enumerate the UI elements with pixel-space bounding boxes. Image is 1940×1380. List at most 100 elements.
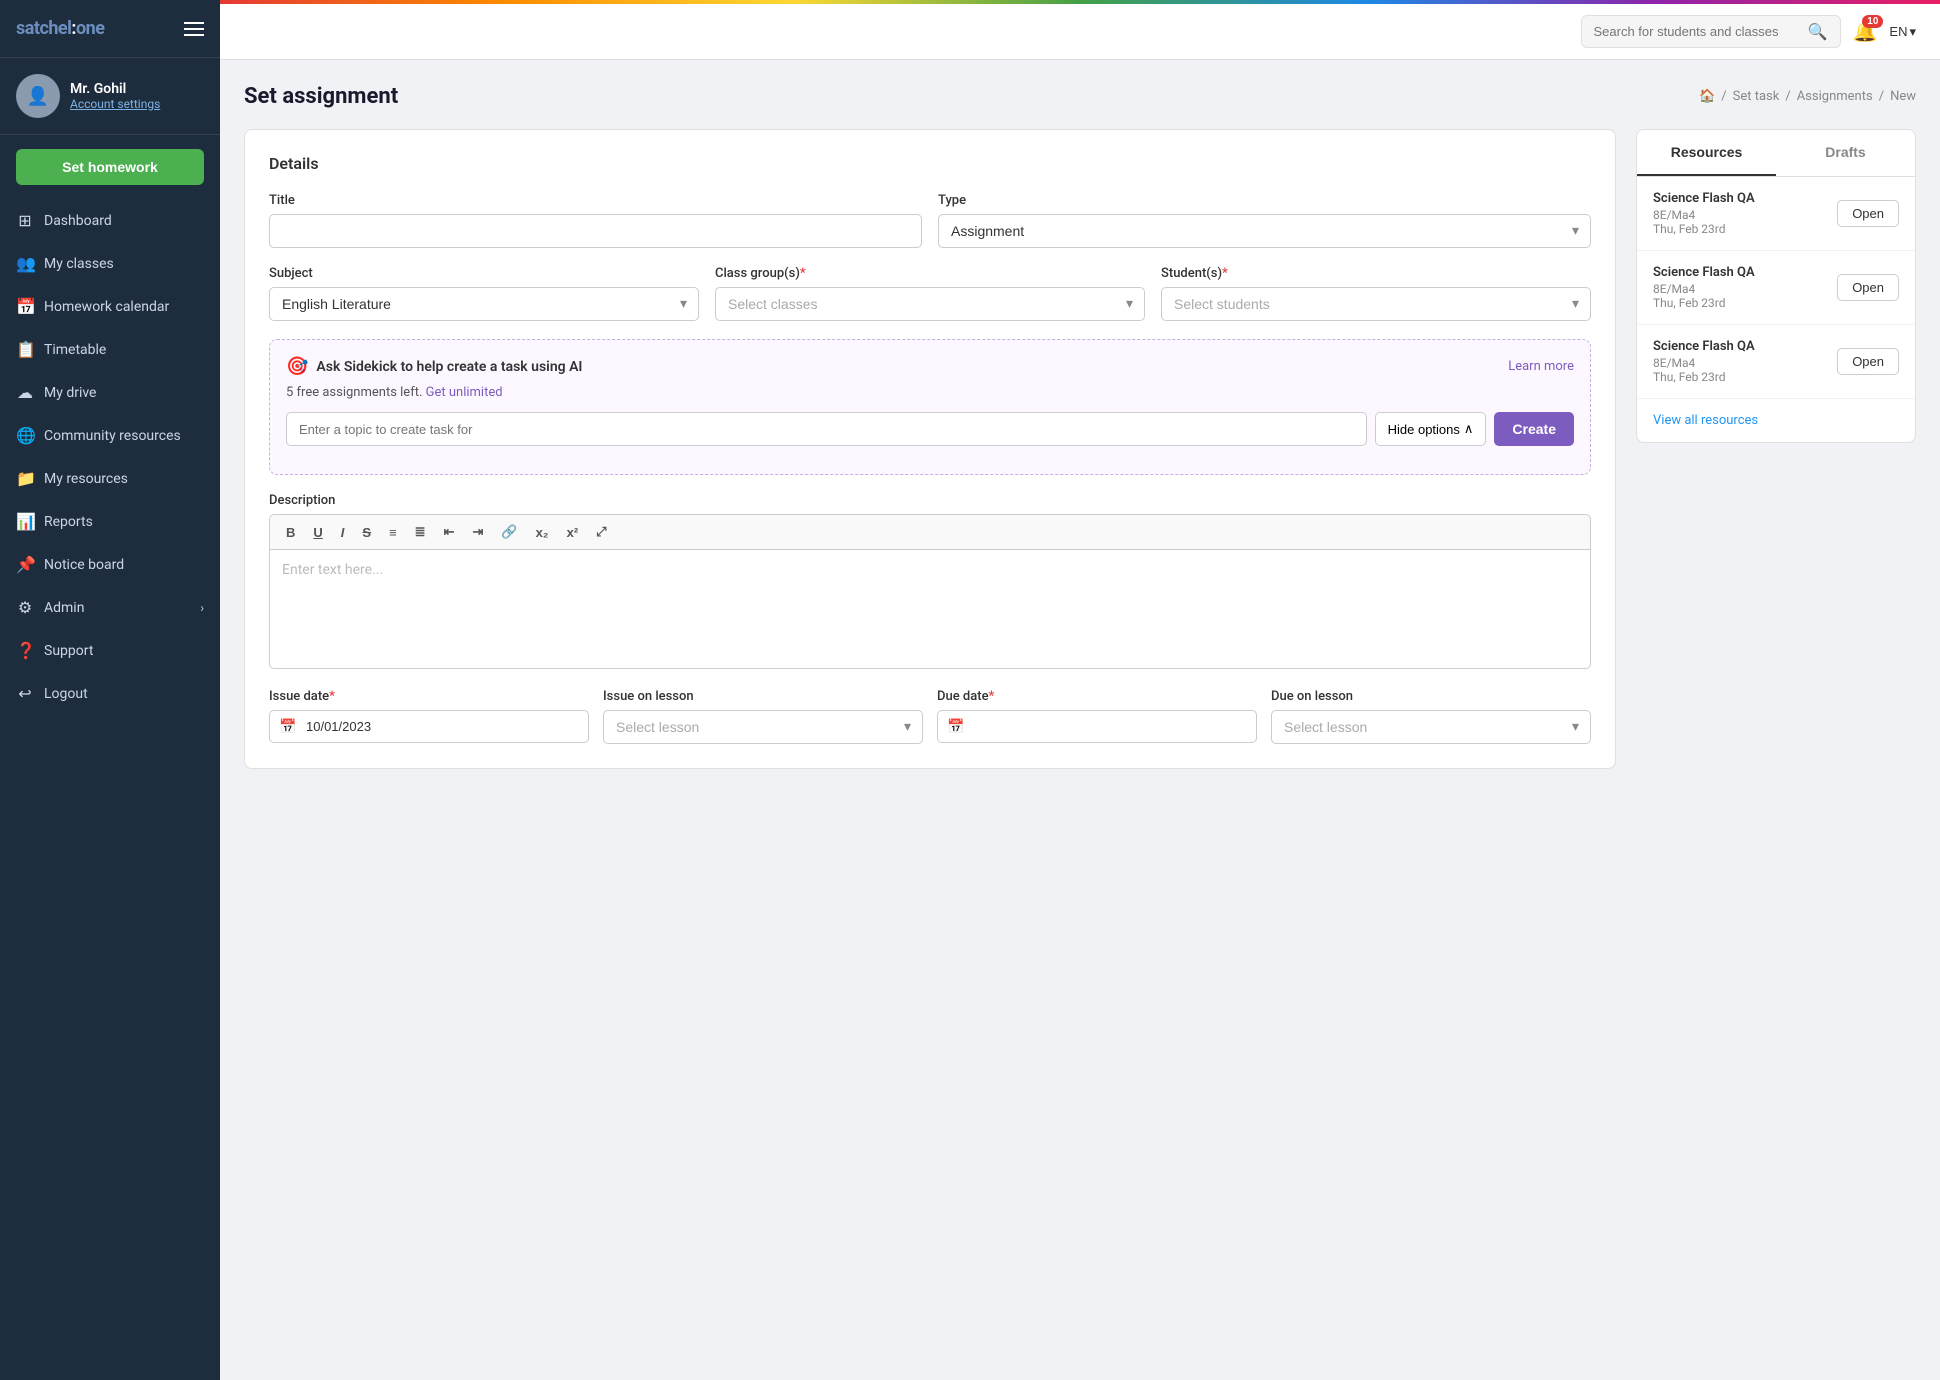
language-button[interactable]: EN ▾ [1889,24,1916,40]
toolbar-expand[interactable]: ⤢ [590,521,612,543]
open-button-3[interactable]: Open [1837,348,1899,375]
sidebar-nav: ⊞ Dashboard 👥 My classes 📅 Homework cale… [0,199,220,715]
page-title: Set assignment [244,84,398,109]
toolbar-underline[interactable]: U [307,522,328,543]
hide-options-button[interactable]: Hide options ∧ [1375,412,1487,446]
due-lesson-select[interactable]: Select lesson [1271,710,1591,744]
type-select-wrapper: Assignment Quiz Test Project [938,214,1591,248]
toolbar-subscript[interactable]: x₂ [530,522,555,543]
sidebar-item-label: Homework calendar [44,299,169,315]
class-select[interactable]: Select classes [715,287,1145,321]
account-settings-link[interactable]: Account settings [70,97,160,111]
sidebar-item-my-classes[interactable]: 👥 My classes [0,242,220,285]
class-group: Class group(s)* Select classes [715,266,1145,321]
resources-card: Resources Drafts Science Flash QA 8E/Ma4… [1636,129,1916,443]
app-logo: satchel:one [16,18,104,39]
sidebar-item-dashboard[interactable]: ⊞ Dashboard [0,199,220,242]
logout-icon: ↩ [16,684,34,703]
toolbar-italic[interactable]: I [335,522,351,543]
resource-name-1: Science Flash QA [1653,191,1755,206]
reports-icon: 📊 [16,512,34,531]
notification-badge: 10 [1862,15,1883,28]
issue-date-label: Issue date* [269,689,589,704]
due-date-label: Due date* [937,689,1257,704]
sidebar-item-logout[interactable]: ↩ Logout [0,672,220,715]
resource-info-1: Science Flash QA 8E/Ma4 Thu, Feb 23rd [1653,191,1755,236]
type-label: Type [938,193,1591,208]
class-select-wrapper: Select classes [715,287,1145,321]
sidebar-item-label: Logout [44,686,88,702]
right-panel: Resources Drafts Science Flash QA 8E/Ma4… [1636,129,1916,769]
search-input[interactable] [1594,24,1800,39]
toolbar-ordered-list[interactable]: ≣ [409,521,432,543]
open-button-1[interactable]: Open [1837,200,1899,227]
toolbar-link[interactable]: 🔗 [495,521,523,543]
due-date-input[interactable] [937,710,1257,743]
user-name: Mr. Gohil [70,81,160,97]
sidebar-item-community-resources[interactable]: 🌐 Community resources [0,414,220,457]
main-wrapper: 🔍 🔔 10 EN ▾ Set assignment 🏠 / Set task … [220,0,1940,1380]
resource-class-2: 8E/Ma4 [1653,282,1755,296]
issue-date-input[interactable] [269,710,589,743]
notification-button[interactable]: 🔔 10 [1853,19,1878,44]
sidebar-item-label: Dashboard [44,213,112,229]
view-all-resources-link[interactable]: View all resources [1637,399,1915,442]
ai-free-text: 5 free assignments left. Get unlimited [286,385,1574,400]
create-button[interactable]: Create [1494,412,1574,446]
hamburger-menu[interactable] [184,22,204,36]
breadcrumb-set-task[interactable]: Set task [1733,89,1780,104]
sidebar-item-admin[interactable]: ⚙ Admin › [0,586,220,629]
get-unlimited-link[interactable]: Get unlimited [426,385,503,400]
type-group: Type Assignment Quiz Test Project [938,193,1591,248]
ai-topic-input[interactable] [286,412,1367,446]
sidebar-item-reports[interactable]: 📊 Reports [0,500,220,543]
subject-select-wrapper: English Literature Mathematics Science [269,287,699,321]
ai-icon: 🎯 [286,356,308,377]
issue-on-lesson-group: Issue on lesson Select lesson [603,689,923,744]
sidebar-item-timetable[interactable]: 📋 Timetable [0,328,220,371]
due-date-wrapper: 📅 [937,710,1257,743]
sidebar-item-my-resources[interactable]: 📁 My resources [0,457,220,500]
sidebar-item-label: Community resources [44,428,181,444]
sidebar-item-my-drive[interactable]: ☁ My drive [0,371,220,414]
breadcrumb-assignments[interactable]: Assignments [1797,89,1873,104]
ai-box-title: 🎯 Ask Sidekick to help create a task usi… [286,356,582,377]
title-input[interactable] [269,214,922,248]
toolbar-strikethrough[interactable]: S [356,522,377,543]
avatar: 👤 [16,74,60,118]
toolbar-unordered-list[interactable]: ≡ [383,522,403,543]
description-label: Description [269,493,1591,508]
resource-info-3: Science Flash QA 8E/Ma4 Thu, Feb 23rd [1653,339,1755,384]
support-icon: ❓ [16,641,34,660]
description-section: Description B U I S ≡ ≣ ⇤ ⇥ 🔗 x₂ [269,493,1591,669]
students-select[interactable]: Select students [1161,287,1591,321]
sidebar-item-label: My resources [44,471,128,487]
editor-body[interactable]: Enter text here... [269,549,1591,669]
type-select[interactable]: Assignment Quiz Test Project [938,214,1591,248]
issue-lesson-select[interactable]: Select lesson [603,710,923,744]
my-resources-icon: 📁 [16,469,34,488]
class-label: Class group(s)* [715,266,1145,281]
admin-icon: ⚙ [16,598,34,617]
toolbar-superscript[interactable]: x² [561,522,585,543]
open-button-2[interactable]: Open [1837,274,1899,301]
issue-on-lesson-label: Issue on lesson [603,689,923,704]
subject-select[interactable]: English Literature Mathematics Science [269,287,699,321]
home-icon[interactable]: 🏠 [1699,89,1715,104]
sidebar-item-homework-calendar[interactable]: 📅 Homework calendar [0,285,220,328]
sidebar-item-support[interactable]: ❓ Support [0,629,220,672]
toolbar-indent[interactable]: ⇥ [466,521,489,543]
sidebar-item-label: Admin [44,600,84,616]
tab-drafts[interactable]: Drafts [1776,130,1915,176]
timetable-icon: 📋 [16,340,34,359]
learn-more-link[interactable]: Learn more [1508,359,1574,374]
toolbar-outdent[interactable]: ⇤ [438,521,461,543]
tab-resources[interactable]: Resources [1637,130,1776,176]
toolbar-bold[interactable]: B [280,522,301,543]
ai-box-header: 🎯 Ask Sidekick to help create a task usi… [286,356,1574,377]
sidebar-item-notice-board[interactable]: 📌 Notice board [0,543,220,586]
subject-class-row: Subject English Literature Mathematics S… [269,266,1591,321]
students-select-wrapper: Select students [1161,287,1591,321]
calendar-icon: 📅 [279,719,296,735]
set-homework-button[interactable]: Set homework [16,149,204,185]
